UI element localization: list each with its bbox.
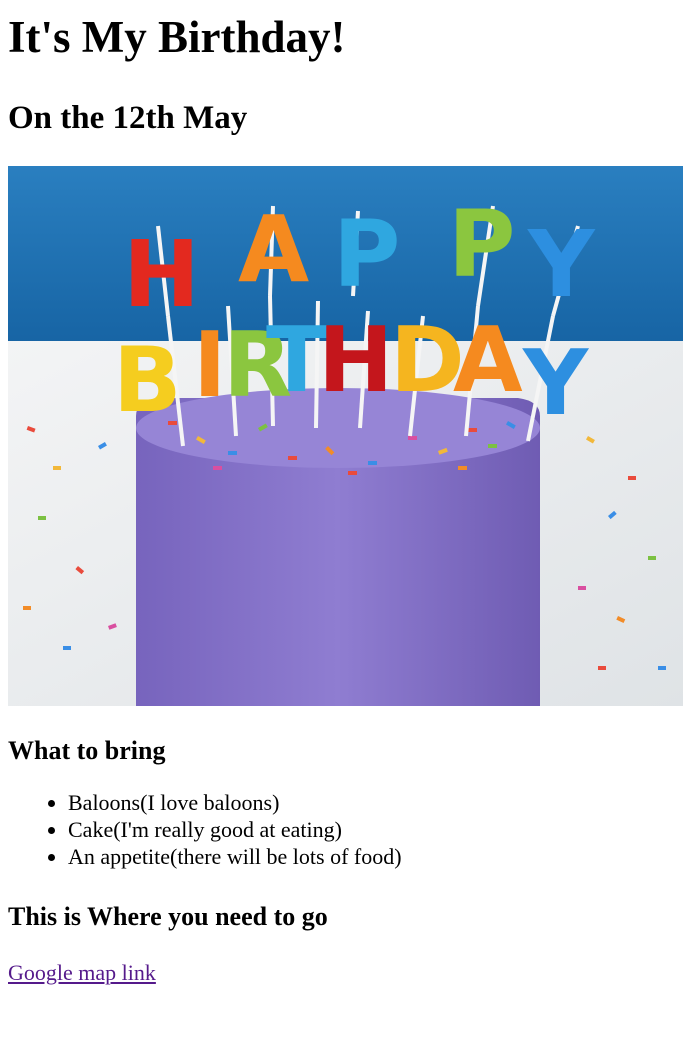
list-item: Cake(I'm really good at eating) bbox=[68, 816, 689, 843]
svg-text:P: P bbox=[333, 201, 400, 308]
svg-text:P: P bbox=[448, 191, 515, 298]
list-item: An appetite(there will be lots of food) bbox=[68, 843, 689, 870]
page-subtitle: On the 12th May bbox=[8, 100, 248, 136]
bring-list: Baloons(I love baloons) Cake(I'm really … bbox=[8, 789, 689, 870]
where-heading: This is Where you need to go bbox=[8, 902, 328, 931]
page: It's My Birthday! On the 12th May H A P … bbox=[0, 10, 697, 986]
svg-text:B: B bbox=[113, 328, 182, 433]
svg-text:Y: Y bbox=[527, 211, 596, 318]
svg-text:A: A bbox=[238, 196, 309, 303]
svg-text:I: I bbox=[193, 313, 227, 418]
svg-text:Y: Y bbox=[522, 331, 590, 436]
svg-text:H: H bbox=[123, 221, 200, 328]
list-item: Baloons(I love baloons) bbox=[68, 789, 689, 816]
google-map-link[interactable]: Google map link bbox=[8, 959, 156, 986]
page-title: It's My Birthday! bbox=[8, 12, 346, 62]
svg-text:H: H bbox=[318, 308, 393, 413]
svg-text:A: A bbox=[453, 308, 523, 413]
birthday-cake-image: H A P P Y B I R T H D A Y bbox=[8, 166, 683, 706]
bring-heading: What to bring bbox=[8, 736, 166, 765]
